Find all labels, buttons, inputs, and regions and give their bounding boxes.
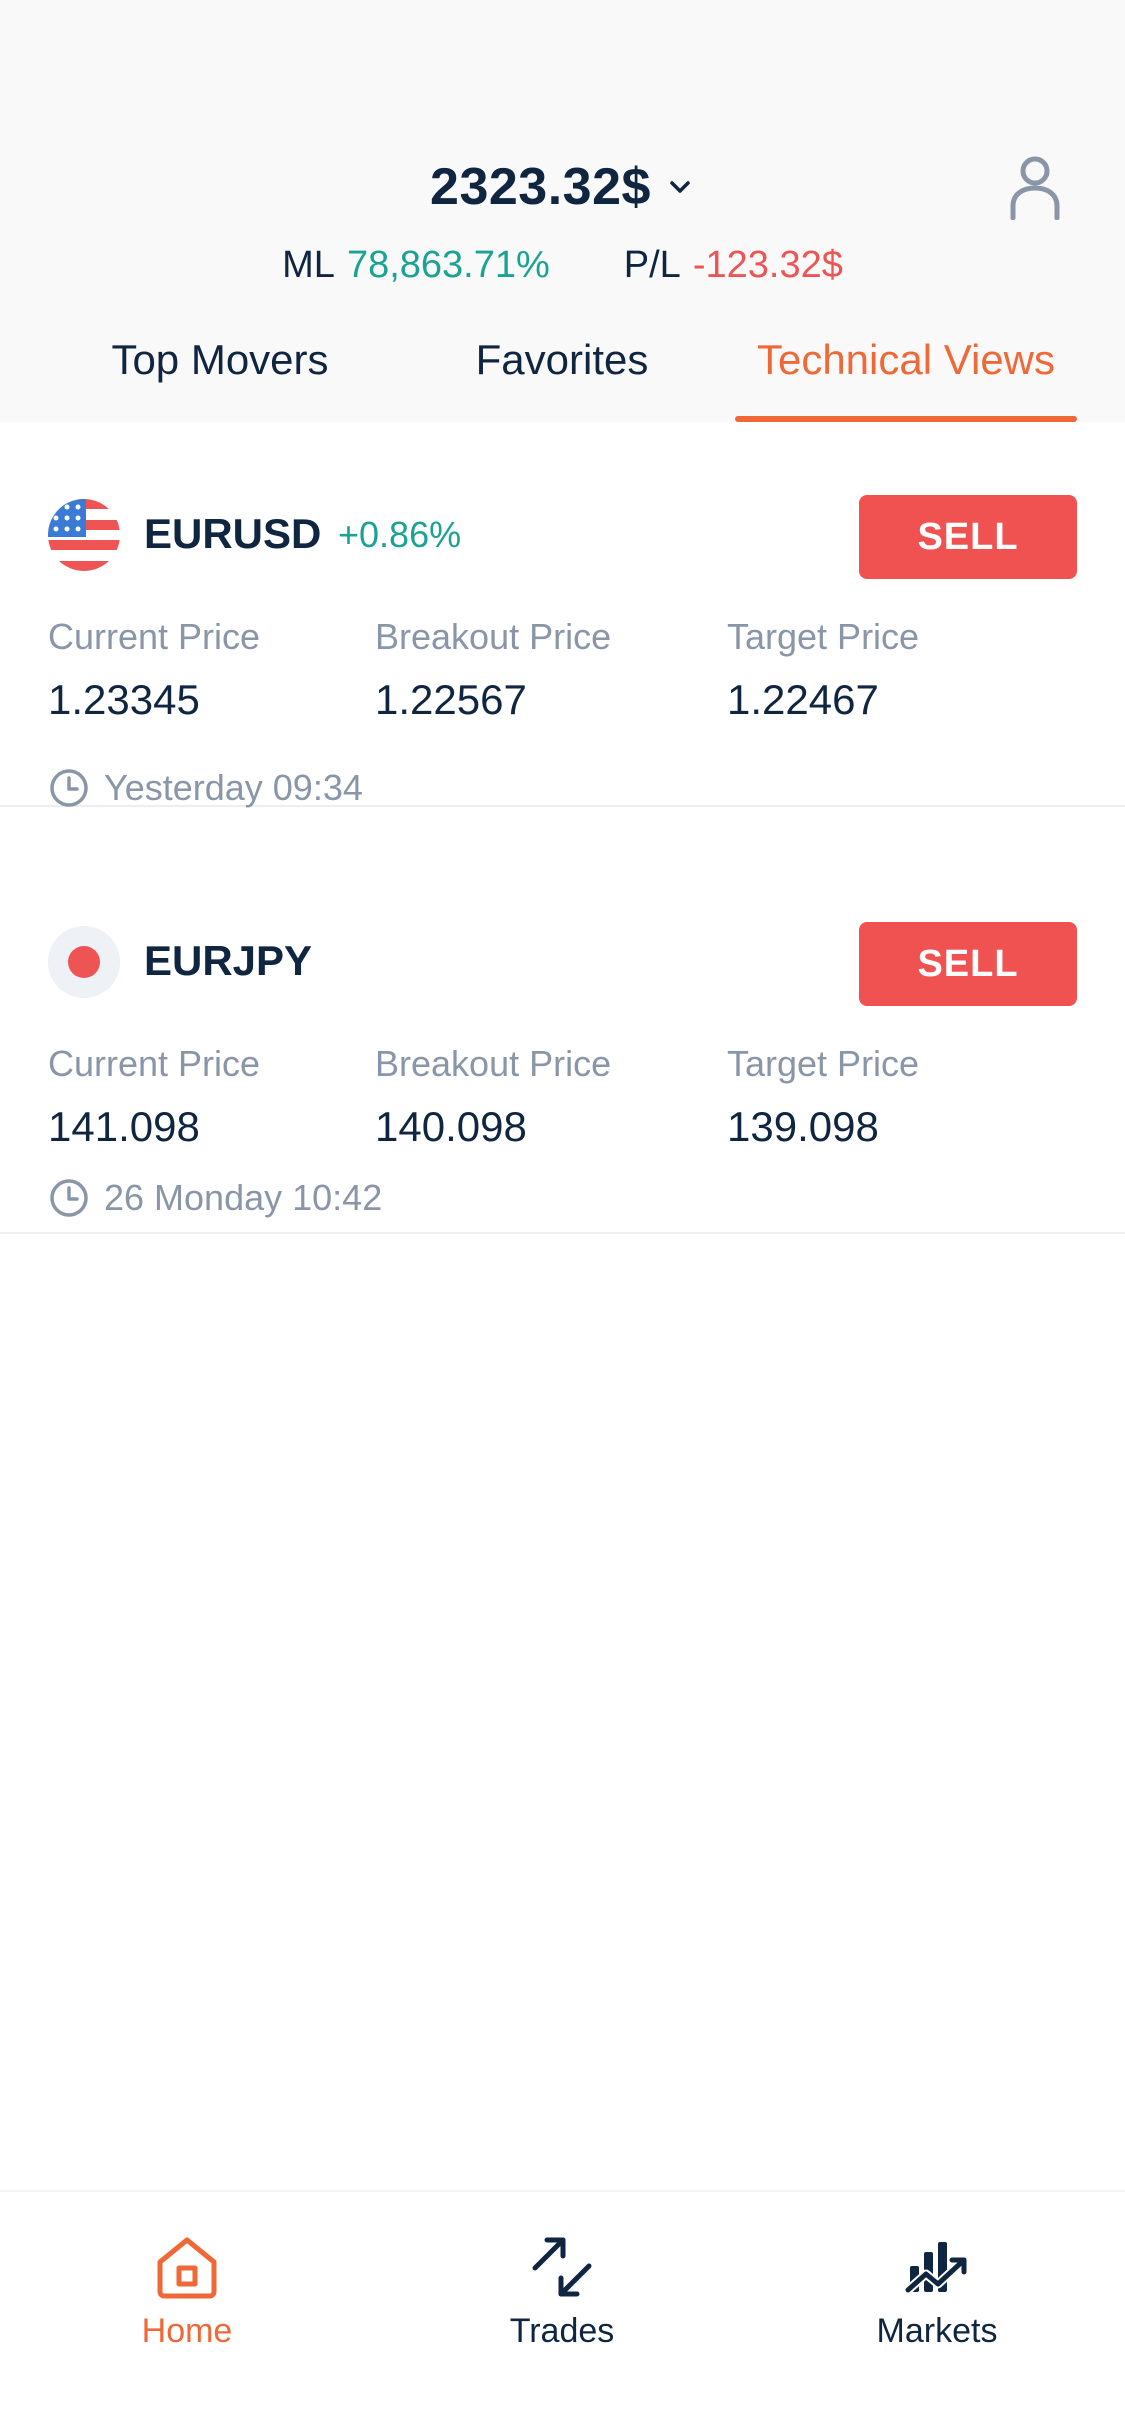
target-price-label: Target Price: [727, 1043, 920, 1084]
target-price: Target Price 1.22467: [727, 616, 919, 724]
pair-change: +0.86%: [338, 514, 462, 555]
clock-icon: [50, 1179, 88, 1217]
home-icon: [157, 2237, 217, 2299]
current-price-value: 141.098: [48, 1103, 200, 1150]
pair-symbol: EURJPY: [144, 937, 313, 984]
ml-value: 78,863.71%: [346, 243, 550, 286]
current-price-label: Current Price: [48, 1043, 261, 1084]
breakout-price-label: Breakout Price: [375, 616, 612, 657]
account-header: 2323.32$ ML 78,863.71% P/L -123.32$ Top Mo…: [0, 0, 1125, 422]
user-icon: [1010, 156, 1060, 220]
bottom-navigation: Home Trades Markets: [0, 2190, 1125, 2436]
trades-arrows-icon: [532, 2237, 592, 2297]
breakout-price: Breakout Price 140.098: [375, 1043, 611, 1151]
sell-button[interactable]: SELL: [859, 922, 1077, 1006]
tab-top-movers[interactable]: Top Movers: [70, 330, 370, 422]
target-price-value: 1.22467: [727, 676, 879, 723]
nav-home[interactable]: Home: [77, 2232, 297, 2382]
account-stats: ML 78,863.71% P/L -123.32$: [0, 240, 1125, 290]
timestamp: 26 Monday 10:42: [48, 1176, 382, 1220]
tab-bar: Top Movers Favorites Technical Views: [0, 330, 1125, 422]
breakout-price-value: 140.098: [375, 1103, 527, 1150]
breakout-price: Breakout Price 1.22567: [375, 616, 611, 724]
timestamp: Yesterday 09:34: [48, 766, 363, 810]
tab-label: Top Movers: [111, 336, 329, 383]
markets-chart-icon: [903, 2242, 969, 2295]
current-price-label: Current Price: [48, 616, 261, 657]
target-price-label: Target Price: [727, 616, 920, 657]
tab-favorites[interactable]: Favorites: [412, 330, 712, 422]
margin-level-stat: ML 78,863.71%: [282, 244, 550, 287]
breakout-price-label: Breakout Price: [375, 1043, 612, 1084]
nav-label: Markets: [876, 2312, 998, 2350]
nav-label: Trades: [509, 2312, 615, 2350]
tab-label: Technical Views: [756, 336, 1056, 383]
screen: 2323.32$ ML 78,863.71% P/L -123.32$ Top Mo…: [0, 0, 1125, 2436]
tab-technical-views[interactable]: Technical Views: [735, 330, 1077, 422]
current-price-value: 1.23345: [48, 676, 200, 723]
current-price: Current Price 141.098: [48, 1043, 260, 1151]
timestamp-text: 26 Monday 10:42: [104, 1177, 383, 1218]
pl-value: -123.32$: [692, 243, 843, 286]
nav-label: Home: [141, 2312, 233, 2350]
us-flag-icon: [48, 499, 120, 571]
target-price-value: 139.098: [727, 1103, 879, 1150]
breakout-price-value: 1.22567: [375, 676, 527, 723]
pl-label: P/L: [623, 243, 681, 286]
current-price: Current Price 1.23345: [48, 616, 260, 724]
nav-markets[interactable]: Markets: [827, 2232, 1047, 2382]
chevron-down-icon: [665, 172, 695, 202]
technical-view-card[interactable]: EURJPY SELL Current Price 141.098 Breako…: [0, 849, 1125, 1234]
technical-view-card[interactable]: EURUSD +0.86% SELL Current Price 1.23345…: [0, 422, 1125, 810]
clock-icon: [50, 769, 88, 807]
profit-loss-stat: P/L -123.32$: [624, 244, 843, 287]
timestamp-text: Yesterday 09:34: [104, 767, 363, 808]
balance-selector[interactable]: 2323.32$: [0, 152, 1125, 222]
sell-button[interactable]: SELL: [859, 495, 1077, 579]
tab-label: Favorites: [475, 336, 649, 383]
profile-button[interactable]: [1005, 152, 1065, 222]
target-price: Target Price 139.098: [727, 1043, 919, 1151]
nav-trades[interactable]: Trades: [452, 2232, 672, 2382]
ml-label: ML: [282, 243, 335, 286]
pair-symbol: EURUSD: [144, 510, 322, 557]
japan-flag-icon: [48, 926, 120, 998]
account-balance: 2323.32$: [430, 158, 651, 216]
